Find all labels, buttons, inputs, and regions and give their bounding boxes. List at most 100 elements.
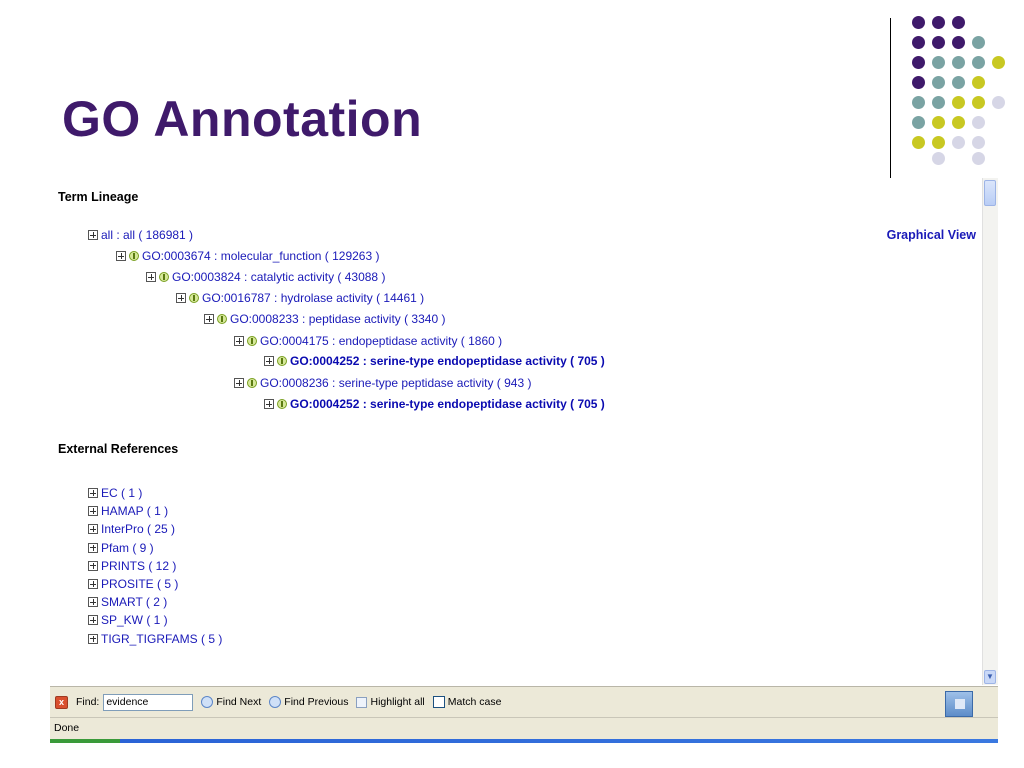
reference-label[interactable]: Pfam ( 9 ) <box>101 541 154 555</box>
tree-row[interactable]: GO:0003674 : molecular_function ( 129263… <box>116 249 379 263</box>
tree-row-label[interactable]: GO:0008236 : serine-type peptidase activ… <box>260 376 531 390</box>
match-case-checkbox[interactable]: Match case <box>432 696 501 708</box>
tree-row-label[interactable]: all : all ( 186981 ) <box>101 228 193 242</box>
reference-label[interactable]: SMART ( 2 ) <box>101 595 167 609</box>
reference-item[interactable]: HAMAP ( 1 ) <box>88 504 168 518</box>
expand-icon[interactable] <box>234 378 244 388</box>
highlight-icon <box>356 696 368 708</box>
decorative-dot <box>912 76 925 89</box>
expand-icon[interactable] <box>88 542 98 553</box>
decorative-dot <box>932 152 945 165</box>
go-term-icon <box>277 399 287 409</box>
expand-icon[interactable] <box>88 560 98 571</box>
reference-item[interactable]: Pfam ( 9 ) <box>88 541 154 555</box>
expand-icon[interactable] <box>176 293 186 303</box>
expand-icon[interactable] <box>88 633 98 644</box>
tree-row-label[interactable]: GO:0003824 : catalytic activity ( 43088 … <box>172 270 385 284</box>
highlight-all-button[interactable]: Highlight all <box>356 696 425 708</box>
taskbar-strip <box>50 739 998 743</box>
decorative-dot <box>932 136 945 149</box>
expand-icon[interactable] <box>146 272 156 282</box>
tree-row-label[interactable]: GO:0016787 : hydrolase activity ( 14461 … <box>202 291 424 305</box>
find-input[interactable] <box>103 693 194 711</box>
reference-label[interactable]: PRINTS ( 12 ) <box>101 559 176 573</box>
decorative-dot <box>952 76 965 89</box>
find-next-icon <box>201 696 214 708</box>
reference-item[interactable]: SMART ( 2 ) <box>88 595 167 609</box>
reference-item[interactable]: SP_KW ( 1 ) <box>88 613 168 627</box>
expand-icon[interactable] <box>116 251 126 261</box>
tree-row-label[interactable]: GO:0004252 : serine-type endopeptidase a… <box>290 354 605 368</box>
reference-item[interactable]: EC ( 1 ) <box>88 486 142 500</box>
find-previous-icon <box>269 696 282 708</box>
reference-label[interactable]: HAMAP ( 1 ) <box>101 504 168 518</box>
slide-title: GO Annotation <box>62 91 423 147</box>
decorative-dot <box>972 152 985 165</box>
tree-row[interactable]: all : all ( 186981 ) <box>88 228 193 242</box>
decorative-dot <box>912 96 925 109</box>
decorative-dot <box>932 56 945 69</box>
tree-row[interactable]: GO:0003824 : catalytic activity ( 43088 … <box>146 270 385 284</box>
scroll-down-arrow-icon[interactable]: ▼ <box>984 670 996 684</box>
term-lineage-heading: Term Lineage <box>58 190 139 204</box>
tree-row[interactable]: GO:0016787 : hydrolase activity ( 14461 … <box>176 291 424 305</box>
reference-label[interactable]: EC ( 1 ) <box>101 486 142 500</box>
decorative-dot <box>992 96 1005 109</box>
status-bar: Done <box>50 717 998 739</box>
reference-item[interactable]: InterPro ( 25 ) <box>88 522 175 536</box>
tree-row[interactable]: GO:0008233 : peptidase activity ( 3340 ) <box>204 312 445 326</box>
reference-label[interactable]: PROSITE ( 5 ) <box>101 577 178 591</box>
find-previous-button[interactable]: Find Previous <box>269 696 348 708</box>
expand-icon[interactable] <box>88 230 98 240</box>
reference-item[interactable]: PRINTS ( 12 ) <box>88 559 176 573</box>
close-find-bar-icon[interactable]: x <box>55 695 68 709</box>
reference-label[interactable]: SP_KW ( 1 ) <box>101 613 168 627</box>
reference-item[interactable]: PROSITE ( 5 ) <box>88 577 178 591</box>
tree-row[interactable]: GO:0008236 : serine-type peptidase activ… <box>234 376 531 390</box>
go-term-icon <box>129 251 139 261</box>
decorative-dot <box>932 16 945 29</box>
decorative-dot <box>912 16 925 29</box>
go-term-icon <box>247 378 257 388</box>
decorative-dot <box>972 96 985 109</box>
tree-row[interactable]: GO:0004252 : serine-type endopeptidase a… <box>264 397 605 411</box>
expand-icon[interactable] <box>234 336 244 346</box>
decorative-dot <box>972 136 985 149</box>
decorative-dot <box>992 56 1005 69</box>
find-next-button[interactable]: Find Next <box>201 696 261 708</box>
tree-row-label[interactable]: GO:0004175 : endopeptidase activity ( 18… <box>260 334 502 348</box>
reference-label[interactable]: InterPro ( 25 ) <box>101 522 175 536</box>
checkbox-icon <box>432 696 445 708</box>
decorative-dot <box>932 116 945 129</box>
tree-row[interactable]: GO:0004252 : serine-type endopeptidase a… <box>264 354 605 368</box>
expand-icon[interactable] <box>264 399 274 409</box>
expand-icon[interactable] <box>264 356 274 366</box>
expand-icon[interactable] <box>204 314 214 324</box>
expand-icon[interactable] <box>88 524 98 535</box>
decorative-dot <box>932 76 945 89</box>
expand-icon[interactable] <box>88 597 98 608</box>
go-term-icon <box>247 336 257 346</box>
expand-icon[interactable] <box>88 579 98 589</box>
decorative-dot <box>912 36 925 49</box>
find-label: Find: <box>76 696 100 708</box>
browser-content: Term Lineage Graphical View all : all ( … <box>50 180 998 685</box>
reference-label[interactable]: TIGR_TIGRFAMS ( 5 ) <box>101 632 222 646</box>
decorative-dot <box>912 116 925 129</box>
window-preview-icon[interactable] <box>945 691 973 717</box>
scroll-thumb[interactable] <box>984 180 996 206</box>
graphical-view-link[interactable]: Graphical View <box>887 228 976 242</box>
tree-row-label[interactable]: GO:0003674 : molecular_function ( 129263… <box>142 249 379 263</box>
go-term-icon <box>159 272 169 282</box>
expand-icon[interactable] <box>88 506 98 517</box>
tree-row-label[interactable]: GO:0004252 : serine-type endopeptidase a… <box>290 397 605 411</box>
reference-item[interactable]: TIGR_TIGRFAMS ( 5 ) <box>88 632 222 646</box>
tree-row-label[interactable]: GO:0008233 : peptidase activity ( 3340 ) <box>230 312 445 326</box>
tree-row[interactable]: GO:0004175 : endopeptidase activity ( 18… <box>234 334 502 348</box>
expand-icon[interactable] <box>88 488 98 498</box>
expand-icon[interactable] <box>88 615 98 626</box>
decorative-dot <box>952 96 965 109</box>
go-term-icon <box>189 293 199 303</box>
vertical-scrollbar[interactable]: ▼ <box>982 178 998 685</box>
external-references-heading: External References <box>58 442 179 456</box>
